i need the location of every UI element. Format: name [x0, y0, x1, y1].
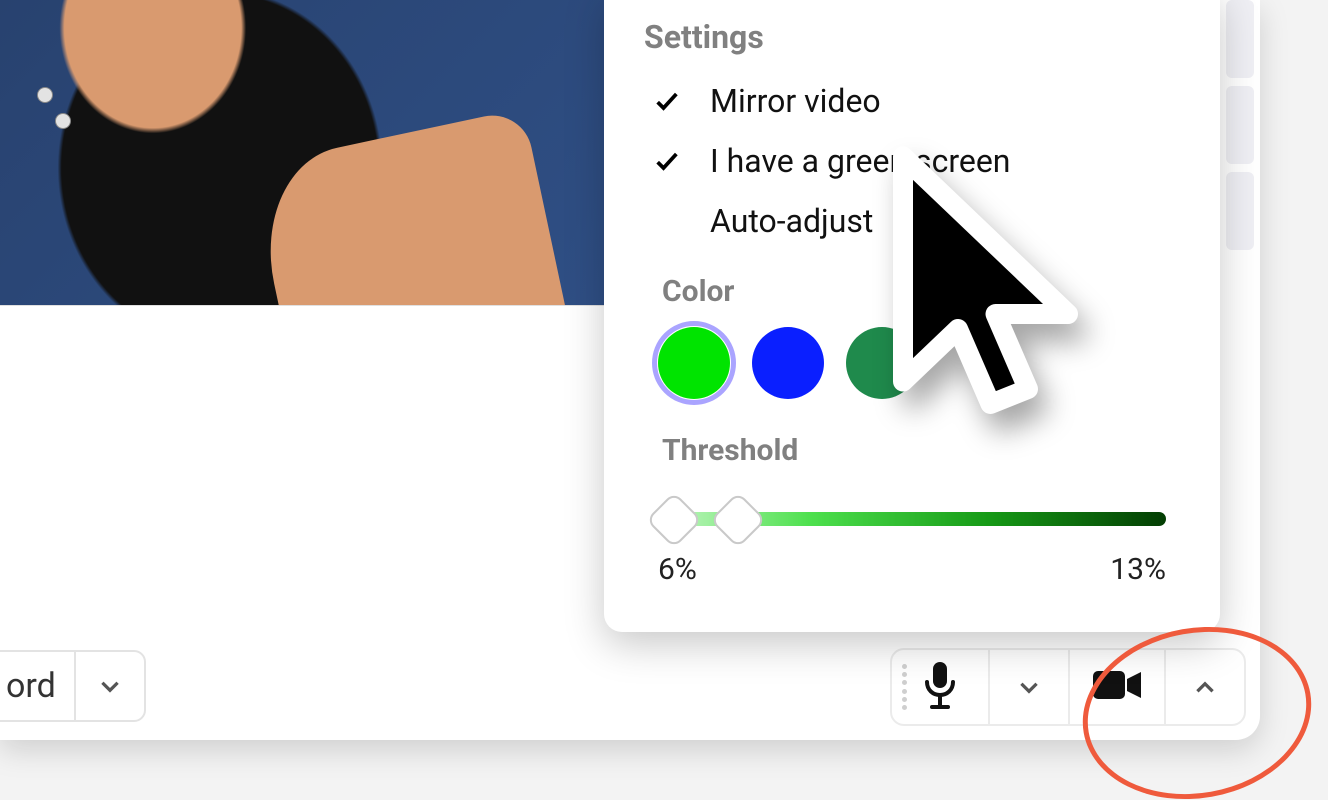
video-settings-popover: Settings Mirror video I have a green scr…	[604, 0, 1220, 632]
chevron-down-icon	[1016, 674, 1042, 700]
setting-label: Mirror video	[710, 82, 881, 120]
participant-strip	[1226, 0, 1254, 250]
threshold-section-title: Threshold	[662, 433, 1180, 468]
record-options-button[interactable]	[74, 650, 146, 722]
color-swatch-green[interactable]	[658, 327, 730, 399]
camera-button[interactable]	[1068, 650, 1164, 724]
video-preview	[0, 0, 608, 305]
threshold-slider[interactable]	[658, 496, 1166, 542]
setting-auto-adjust[interactable]: Auto-adjust	[652, 202, 1180, 240]
record-button[interactable]: ord	[0, 650, 74, 722]
setting-label: I have a green screen	[710, 142, 1010, 180]
color-swatches	[658, 327, 1180, 399]
check-icon	[652, 86, 682, 116]
microphone-options-button[interactable]	[988, 650, 1068, 724]
threshold-low-label: 6%	[658, 552, 697, 587]
settings-section-title: Settings	[644, 18, 1180, 56]
av-toolbar	[890, 648, 1246, 726]
setting-green-screen[interactable]: I have a green screen	[652, 142, 1180, 180]
threshold-high-label: 13%	[1110, 552, 1166, 587]
chevron-down-icon	[97, 673, 123, 699]
microphone-button[interactable]	[892, 650, 988, 724]
app-window: ord	[0, 0, 1260, 740]
preview-divider	[0, 305, 608, 435]
mic-level-indicator	[902, 664, 908, 710]
setting-mirror-video[interactable]: Mirror video	[652, 82, 1180, 120]
microphone-icon	[920, 660, 960, 714]
video-camera-icon	[1091, 667, 1143, 707]
color-swatch-dark-green[interactable]	[846, 327, 918, 399]
check-empty	[652, 206, 682, 236]
check-icon	[652, 146, 682, 176]
threshold-handle-low[interactable]	[646, 492, 703, 549]
setting-label: Auto-adjust	[710, 202, 873, 240]
camera-options-button[interactable]	[1164, 650, 1244, 724]
threshold-handle-high[interactable]	[710, 492, 767, 549]
color-swatch-blue[interactable]	[752, 327, 824, 399]
record-button-label: ord	[6, 666, 56, 706]
chevron-up-icon	[1192, 674, 1218, 700]
color-section-title: Color	[662, 274, 1180, 309]
